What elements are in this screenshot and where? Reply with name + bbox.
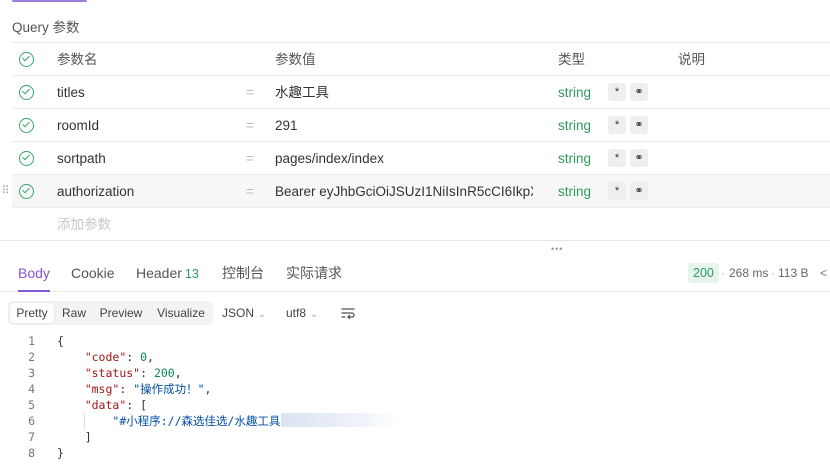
param-row[interactable]: sortpath = pages/index/index string * ⚭ (12, 142, 830, 175)
param-row[interactable]: ⠿ authorization = Bearer eyJhbGciOiJSUzI… (1, 175, 830, 208)
add-param-placeholder[interactable]: 添加参数 (57, 208, 227, 241)
code-line: 2 "code": 0, (0, 349, 830, 365)
required-toggle[interactable]: * (608, 109, 628, 142)
wrap-lines-icon[interactable] (340, 305, 356, 321)
enable-checkbox[interactable] (19, 142, 39, 175)
section-title: Query 参数 (12, 20, 80, 35)
param-value[interactable]: 291 (275, 109, 533, 142)
param-name[interactable]: authorization (57, 175, 227, 208)
select-all-checkbox[interactable] (19, 43, 39, 76)
line-number: 7 (28, 430, 35, 444)
code-line: 3 "status": 200, (0, 365, 830, 381)
code-line: 6 "#小程序://森选佳选/水趣工具 (0, 413, 830, 429)
view-preview-button[interactable]: Preview (96, 301, 146, 325)
line-number: 6 (28, 414, 35, 428)
code-line: 1 { (0, 333, 830, 349)
encoding-dropdown[interactable]: utf8 ⌄ (286, 301, 318, 325)
equals-sign: = (246, 151, 254, 166)
code-line: 4 "msg": "操作成功！", (0, 381, 830, 397)
enable-checkbox[interactable] (19, 109, 39, 142)
redacted-blur (281, 413, 399, 427)
response-code-view: 1 { 2 "code": 0, 3 "status": 200, 4 "msg… (0, 333, 830, 461)
param-name[interactable]: sortpath (57, 142, 227, 175)
header-count-badge: 13 (184, 267, 199, 281)
param-value[interactable]: Bearer eyJhbGciOiJSUzI1NiIsInR5cCI6IkpXV… (275, 175, 533, 208)
tab-cookie[interactable]: Cookie (71, 256, 115, 292)
equals-sign: = (246, 118, 254, 133)
required-toggle[interactable]: * (608, 76, 628, 109)
code-line: 5 "data": [ (0, 397, 830, 413)
line-number: 1 (28, 334, 35, 348)
status-badge: 200 (688, 263, 719, 283)
param-type[interactable]: string (558, 76, 610, 109)
param-value[interactable]: 水趣工具 (275, 76, 533, 109)
param-type[interactable]: string (558, 142, 610, 175)
top-tab-indicator (12, 0, 87, 2)
line-number: 5 (28, 398, 35, 412)
link-icon[interactable]: ⚭ (630, 175, 650, 208)
query-params-table: 参数名 参数值 类型 说明 titles = 水趣工具 string * ⚭ r… (1, 42, 830, 241)
response-time: 268 ms (729, 266, 769, 280)
header-type: 类型 (558, 52, 585, 67)
tab-console[interactable]: 控制台 (222, 256, 264, 292)
enable-checkbox[interactable] (19, 76, 39, 109)
param-name[interactable]: roomId (57, 109, 227, 142)
drag-handle-icon[interactable]: ⠿ (0, 175, 10, 208)
param-name[interactable]: titles (57, 76, 227, 109)
param-value[interactable]: pages/index/index (275, 142, 533, 175)
table-header: 参数名 参数值 类型 说明 (12, 43, 830, 76)
panel-splitter[interactable]: ••• (0, 240, 830, 254)
add-param-row[interactable]: 添加参数 (12, 208, 830, 241)
tab-actual-request[interactable]: 实际请求 (286, 256, 342, 292)
response-size: 113 B (778, 266, 809, 280)
param-type[interactable]: string (558, 175, 610, 208)
line-number: 2 (28, 350, 35, 364)
line-number: 3 (28, 366, 35, 380)
required-toggle[interactable]: * (608, 142, 628, 175)
chevron-down-icon: ⌄ (258, 309, 267, 320)
link-icon[interactable]: ⚭ (630, 142, 650, 175)
indent-guide (84, 413, 85, 429)
view-visualize-button[interactable]: Visualize (154, 301, 208, 325)
enable-checkbox[interactable] (19, 175, 39, 208)
param-type[interactable]: string (558, 109, 610, 142)
header-description: 说明 (678, 52, 705, 67)
splitter-grip-icon[interactable]: ••• (551, 245, 563, 254)
param-row[interactable]: roomId = 291 string * ⚭ (12, 109, 830, 142)
view-raw-button[interactable]: Raw (58, 301, 90, 325)
share-icon[interactable]: < (820, 263, 827, 283)
tab-header[interactable]: Header 13 (136, 256, 199, 292)
equals-sign: = (246, 184, 254, 199)
header-name: 参数名 (57, 52, 98, 67)
line-number: 8 (28, 446, 35, 460)
format-dropdown[interactable]: JSON ⌄ (222, 301, 266, 325)
tab-body[interactable]: Body (18, 256, 50, 292)
view-pretty-button[interactable]: Pretty (10, 303, 54, 323)
equals-sign: = (246, 85, 254, 100)
link-icon[interactable]: ⚭ (630, 76, 650, 109)
code-line: 7 ] (0, 429, 830, 445)
separator-dot: · (771, 266, 775, 280)
required-toggle[interactable]: * (608, 175, 628, 208)
header-value: 参数值 (275, 52, 316, 67)
separator-dot: · (721, 266, 725, 280)
link-icon[interactable]: ⚭ (630, 109, 650, 142)
param-row[interactable]: titles = 水趣工具 string * ⚭ (12, 76, 830, 109)
code-line: 8 } (0, 445, 830, 461)
line-number: 4 (28, 382, 35, 396)
chevron-down-icon: ⌄ (310, 309, 319, 320)
